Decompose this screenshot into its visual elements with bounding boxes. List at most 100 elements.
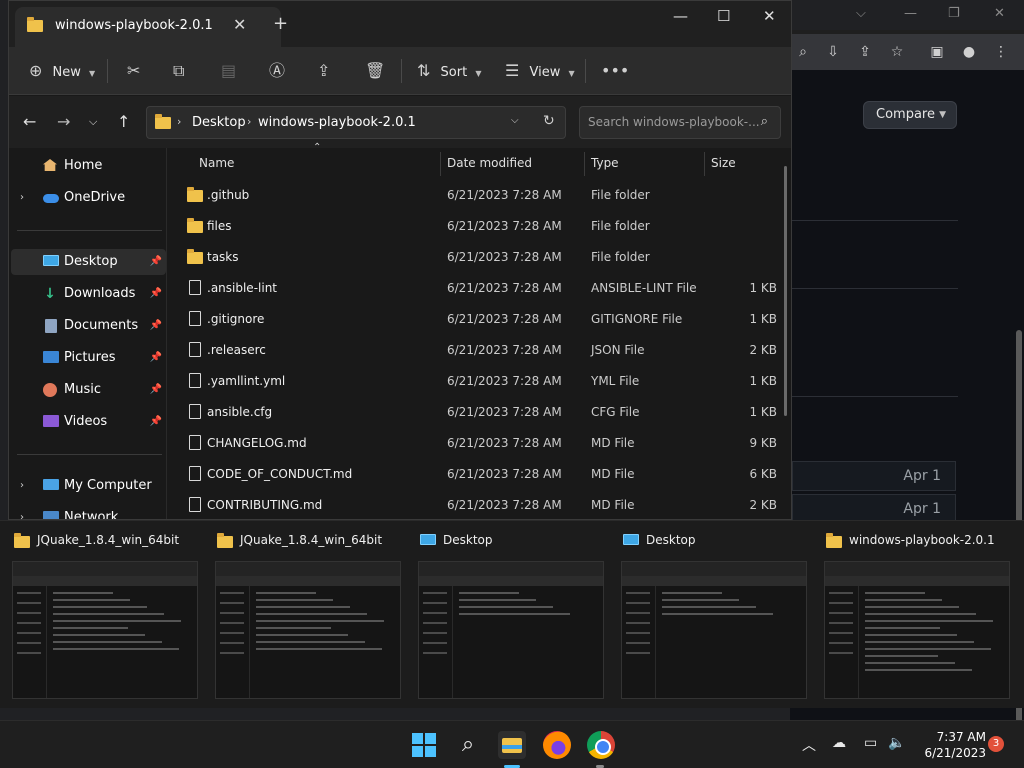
sidebar-item-documents[interactable]: Documents 📌 [11,313,166,339]
column-divider[interactable] [440,152,441,176]
breadcrumb-current[interactable]: windows-playbook-2.0.1 [258,115,416,130]
chevron-right-icon[interactable]: › [20,473,24,499]
rename-button[interactable]: Ⓐ [269,59,285,83]
column-header-size[interactable]: Size [711,148,736,178]
scrollbar[interactable] [784,166,787,416]
chevron-down-icon[interactable]: ⌵ [856,6,866,21]
chevron-right-icon[interactable]: › [20,185,24,211]
side-panel-icon[interactable]: ▣ [928,43,946,61]
pin-icon[interactable]: 📌 [150,281,162,307]
column-header-name[interactable]: Name [199,148,234,178]
search-icon[interactable]: ⌕ [454,731,482,759]
sidebar-item-onedrive[interactable]: › OneDrive [11,185,166,211]
install-icon[interactable]: ⇩ [824,43,842,61]
preview-detail [865,662,955,664]
new-tab-icon[interactable]: + [273,13,288,34]
forward-icon[interactable]: → [57,112,70,131]
file-row[interactable]: CONTRIBUTING.md 6/21/2023 7:28 AM MD File 2… [179,490,779,519]
task-thumbnail[interactable]: Desktop [621,521,817,709]
task-thumbnail[interactable]: windows-playbook-2.0.1 [824,521,1020,709]
tab-windows-playbook[interactable]: windows-playbook-2.0.1 ✕ [15,7,281,47]
maximize-icon[interactable]: ☐ [717,7,730,25]
delete-button[interactable]: 🗑 [365,59,385,83]
pin-icon[interactable]: 📌 [150,249,162,275]
copy-button[interactable]: ⧉ [173,59,184,83]
chevron-right-icon[interactable]: › [20,505,24,519]
column-header-type[interactable]: Type [591,148,619,178]
chevron-up-icon[interactable]: ︿ [802,735,816,755]
file-row[interactable]: .gitignore 6/21/2023 7:28 AM GITIGNORE Fil… [179,304,779,335]
preview-detail [662,606,756,608]
notification-badge[interactable]: 3 [988,736,1004,752]
search-icon[interactable]: ⌕ [794,43,812,61]
profile-icon[interactable]: ● [960,43,978,61]
volume-icon[interactable]: 🔈 [888,735,905,751]
breadcrumb-desktop[interactable]: Desktop [192,115,246,130]
task-thumbnail[interactable]: JQuake_1.8.4_win_64bit [215,521,411,709]
address-bar[interactable]: › Desktop › windows-playbook-2.0.1 ⌵ ↻ [146,106,566,139]
file-row[interactable]: .github 6/21/2023 7:28 AM File folder [179,180,779,211]
close-icon[interactable]: ✕ [994,6,1005,21]
close-icon[interactable]: ✕ [763,7,776,25]
pin-icon[interactable]: 📌 [150,377,162,403]
more-menu-icon[interactable]: ⋮ [992,43,1010,61]
sidebar-item-network[interactable]: › Network [11,505,166,519]
task-thumbnail[interactable]: Desktop [418,521,614,709]
minimize-icon[interactable]: — [904,6,917,21]
file-row[interactable]: .releaserc 6/21/2023 7:28 AM JSON File 2 KB [179,335,779,366]
clock[interactable]: 7:37 AM 6/21/2023 [912,729,986,761]
star-icon[interactable]: ☆ [888,43,906,61]
search-input[interactable]: Search windows-playbook-... ⌕ [579,106,781,139]
minimize-icon[interactable]: — [673,7,688,25]
file-row[interactable]: files 6/21/2023 7:28 AM File folder [179,211,779,242]
file-explorer-taskbar-button[interactable] [498,731,526,759]
network-icon[interactable]: ▭ [864,735,877,751]
chevron-down-icon[interactable]: ⌵ [511,115,519,126]
back-icon[interactable]: ← [23,112,36,131]
compare-button[interactable]: Compare ▼ [863,101,957,129]
sidebar-item-videos[interactable]: Videos 📌 [11,409,166,435]
pin-icon[interactable]: 📌 [150,345,162,371]
sidebar-item-desktop[interactable]: Desktop 📌 [11,249,166,275]
sort-button[interactable]: ⇅ Sort ▼ [417,59,482,83]
share-icon: ⇪ [317,61,331,80]
sidebar-item-my-computer[interactable]: › My Computer [11,473,166,499]
cloud-offline-icon[interactable]: ☁ [832,735,846,751]
file-row[interactable]: CODE_OF_CONDUCT.md 6/21/2023 7:28 AM MD Fi… [179,459,779,490]
more-options-button[interactable]: ••• [601,59,629,83]
desktop-icon [623,534,639,545]
new-button[interactable]: ⊕ New ▼ [29,59,95,83]
file-date: 6/21/2023 7:28 AM [447,281,562,295]
file-row[interactable]: ansible.cfg 6/21/2023 7:28 AM CFG File 1 KB [179,397,779,428]
chrome-icon[interactable] [587,731,615,759]
column-divider[interactable] [584,152,585,176]
file-row[interactable]: .ansible-lint 6/21/2023 7:28 AM ANSIBLE-LI… [179,273,779,304]
close-tab-icon[interactable]: ✕ [233,15,246,34]
pin-icon[interactable]: 📌 [150,409,162,435]
up-icon[interactable]: ↑ [117,112,130,131]
column-header-date[interactable]: Date modified [447,148,532,178]
cloud-icon [43,191,59,205]
recent-locations-icon[interactable]: ⌵ [89,115,97,129]
list-item[interactable]: Apr 1 [792,461,956,491]
file-row[interactable]: .yamllint.yml 6/21/2023 7:28 AM YML File 1 … [179,366,779,397]
start-button[interactable] [410,731,438,759]
file-row[interactable]: CHANGELOG.md 6/21/2023 7:28 AM MD File 9 KB [179,428,779,459]
file-name: .ansible-lint [207,281,278,295]
task-thumbnail[interactable]: JQuake_1.8.4_win_64bit [12,521,208,709]
sidebar-item-music[interactable]: Music 📌 [11,377,166,403]
sidebar-item-home[interactable]: Home [11,153,166,179]
pin-icon[interactable]: 📌 [150,313,162,339]
refresh-icon[interactable]: ↻ [543,113,555,129]
column-divider[interactable] [704,152,705,176]
share-icon[interactable]: ⇪ [856,43,874,61]
restore-icon[interactable]: ❐ [948,6,960,21]
file-row[interactable]: tasks 6/21/2023 7:28 AM File folder [179,242,779,273]
view-button[interactable]: ☰ View ▼ [505,59,575,83]
share-button[interactable]: ⇪ [317,59,330,83]
sidebar-item-pictures[interactable]: Pictures 📌 [11,345,166,371]
paste-button[interactable]: ▤ [221,59,236,83]
sidebar-item-downloads[interactable]: ↓ Downloads 📌 [11,281,166,307]
firefox-icon[interactable] [543,731,571,759]
cut-button[interactable]: ✂ [127,59,140,83]
